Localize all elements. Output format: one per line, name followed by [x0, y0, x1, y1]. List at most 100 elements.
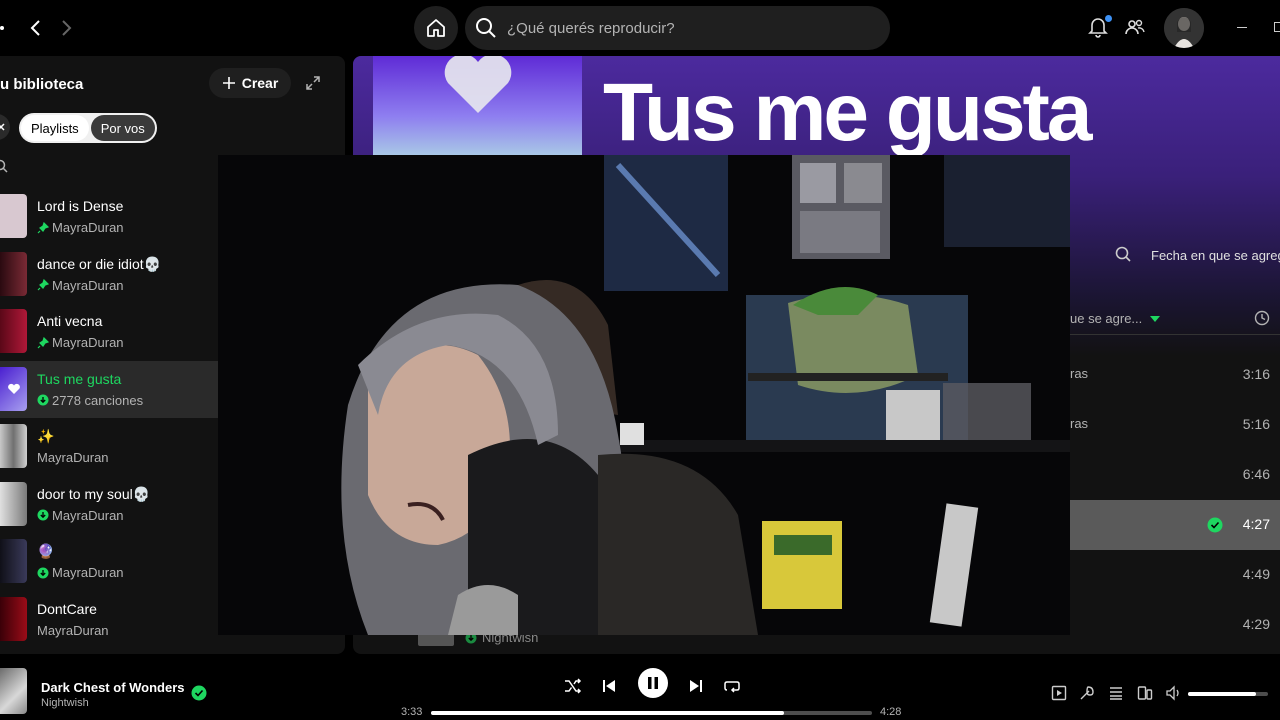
expand-icon[interactable] [305, 75, 321, 91]
playlist-cover [0, 424, 27, 468]
previous-button[interactable] [597, 674, 621, 698]
lyrics-icon[interactable] [1079, 685, 1095, 701]
clear-filter-button[interactable] [0, 114, 10, 140]
heart-icon [7, 383, 20, 394]
track-duration: 4:49 [1242, 566, 1270, 582]
table-row[interactable]: 4:49 [1070, 550, 1280, 600]
search-icon [476, 18, 496, 38]
repeat-icon [724, 681, 740, 693]
home-button[interactable] [414, 6, 458, 50]
back-arrow-icon[interactable] [22, 14, 50, 42]
track-album-fragment: ras [1070, 416, 1089, 431]
chip-por-vos[interactable]: Por vos [90, 115, 155, 141]
now-playing-cover[interactable] [0, 668, 27, 714]
heart-icon [444, 56, 512, 113]
now-playing-title[interactable]: Dark Chest of Wonders [41, 680, 185, 695]
track-duration: 3:16 [1242, 366, 1270, 382]
forward-arrow-icon[interactable] [52, 14, 80, 42]
column-divider [1070, 334, 1280, 335]
playlist-name: Lord is Dense [37, 198, 124, 214]
home-icon [427, 19, 445, 37]
skip-forward-icon [690, 680, 702, 692]
table-row[interactable]: 4:29 [1070, 600, 1280, 650]
skip-back-icon [603, 680, 615, 692]
clock-icon [1254, 310, 1270, 326]
downloaded-icon [37, 567, 49, 578]
list-search-icon[interactable] [1115, 246, 1131, 262]
table-row[interactable]: 4:27 [1070, 500, 1280, 550]
playlist-owner: MayraDuran [52, 277, 124, 293]
pin-icon [37, 336, 49, 348]
playlist-cover [0, 366, 27, 411]
table-row[interactable]: ras 3:16 [1070, 350, 1280, 400]
sort-dropdown[interactable]: Fecha en que se agreg [1151, 248, 1280, 263]
progress-bar[interactable] [431, 711, 872, 715]
filter-chips: Playlists Por vos [19, 113, 157, 143]
track-duration: 6:46 [1242, 466, 1270, 482]
playlist-subtitle: MayraDuran [37, 450, 109, 465]
track-duration: 5:16 [1242, 416, 1270, 432]
next-button[interactable] [684, 674, 708, 698]
create-button[interactable]: Crear [209, 68, 291, 98]
search-input[interactable] [507, 18, 797, 38]
downloaded-icon [37, 509, 49, 521]
maximize-icon[interactable] [1274, 22, 1280, 32]
volume-slider[interactable] [1188, 692, 1268, 696]
library-title: u biblioteca [0, 76, 84, 93]
friends-icon[interactable] [1124, 17, 1146, 39]
playlist-cover [0, 251, 27, 296]
saved-check-icon[interactable] [1207, 517, 1223, 533]
playlist-count: 2778 canciones [52, 392, 144, 408]
playlist-cover [0, 194, 27, 238]
table-row[interactable]: 6:46 [1070, 450, 1280, 500]
playlist-name: door to my soul💀 [37, 485, 151, 502]
track-duration: 4:27 [1242, 516, 1270, 532]
playlist-owner: MayraDuran [52, 335, 124, 350]
create-label: Crear [241, 75, 279, 91]
table-row[interactable]: ras 5:16 [1070, 400, 1280, 450]
webcam-image [218, 155, 1070, 635]
volume-fill [1188, 692, 1256, 696]
playlist-subtitle: MayraDuran [37, 220, 124, 235]
connect-device-icon[interactable] [1137, 685, 1153, 701]
pin-icon [37, 279, 49, 291]
track-duration: 4:29 [1242, 616, 1270, 632]
playlist-name: DontCare [37, 600, 97, 617]
minimize-icon[interactable] [1237, 27, 1247, 28]
playlist-name: ✨ [37, 428, 55, 444]
playlist-owner: MayraDuran [52, 507, 124, 523]
pause-button[interactable] [638, 668, 668, 698]
column-date-added[interactable]: ue se agre... [1070, 311, 1161, 326]
playlist-name: dance or die idiot💀 [37, 255, 162, 272]
downloaded-icon [37, 394, 49, 406]
chip-playlists[interactable]: Playlists [21, 115, 89, 141]
now-playing-artist[interactable]: Nightwish [41, 697, 89, 709]
page-title: Tus me gusta [603, 67, 1092, 158]
player-bar: Dark Chest of Wonders Nightwish 3:33 4:2… [0, 662, 1280, 720]
menu-dot-icon[interactable] [0, 26, 4, 30]
playlist-cover [0, 539, 27, 583]
elapsed-time: 3:33 [401, 706, 423, 718]
queue-icon[interactable] [1108, 685, 1124, 701]
playlist-subtitle: 2778 canciones [37, 393, 143, 408]
progress-fill [431, 711, 784, 715]
search-box[interactable] [465, 6, 890, 50]
playlist-cover-large [373, 56, 582, 156]
playlist-name: Anti vecna [37, 313, 103, 329]
library-search-icon[interactable] [0, 159, 8, 173]
volume-icon[interactable] [1166, 685, 1182, 701]
repeat-button[interactable] [720, 674, 744, 698]
shuffle-button[interactable] [561, 674, 585, 698]
playlist-cover [0, 481, 27, 526]
now-playing-view-icon[interactable] [1051, 685, 1067, 701]
playlist-subtitle: MayraDuran [37, 623, 109, 638]
playlist-subtitle: MayraDuran [37, 508, 124, 523]
avatar[interactable] [1164, 8, 1204, 48]
playlist-cover [0, 596, 27, 641]
playlist-name: 🔮 [37, 543, 55, 559]
saved-check-icon[interactable] [191, 685, 207, 701]
close-icon [0, 123, 5, 131]
playlist-subtitle: MayraDuran [37, 565, 124, 580]
playlist-subtitle: MayraDuran [37, 278, 124, 293]
track-album-fragment: ras [1070, 366, 1089, 381]
